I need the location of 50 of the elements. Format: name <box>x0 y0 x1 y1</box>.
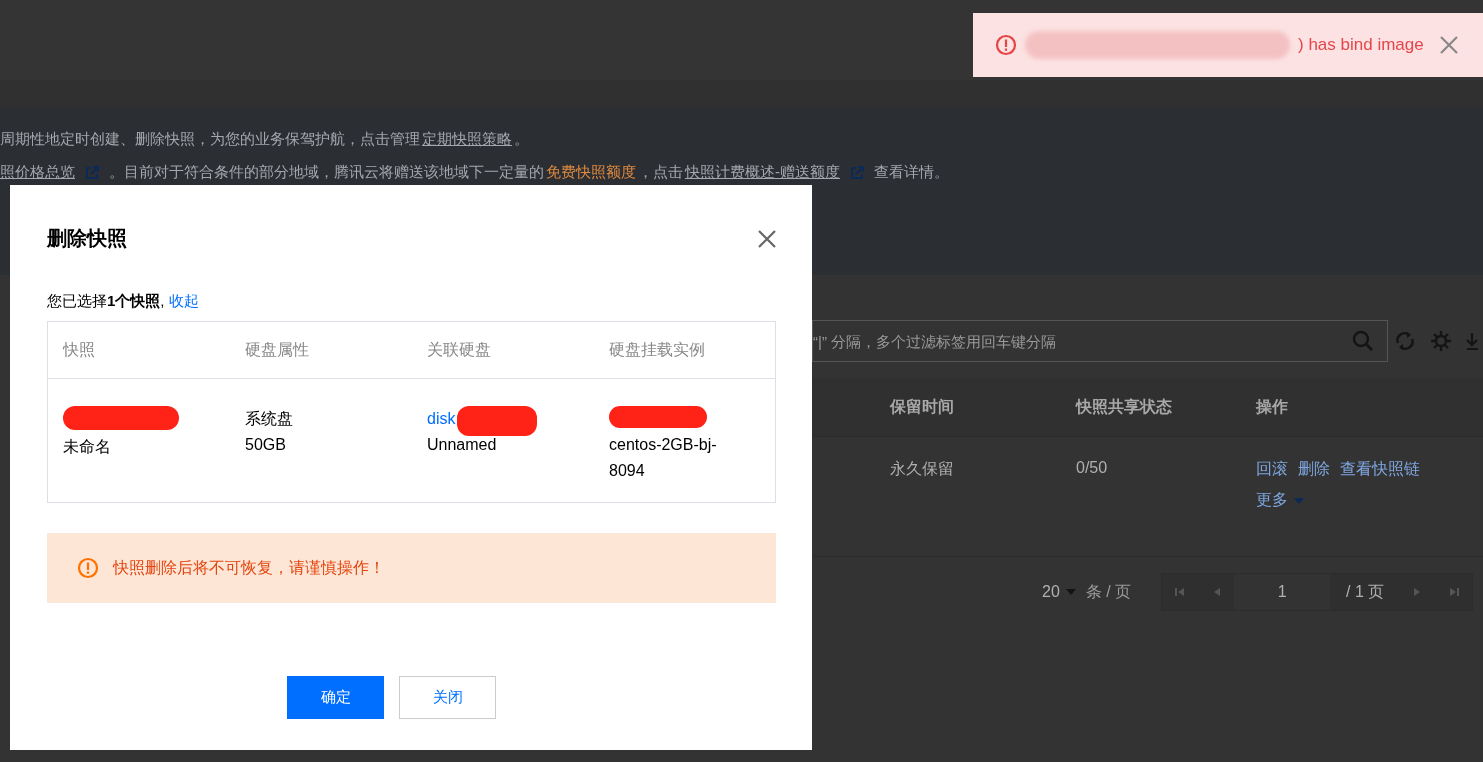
column-header: 硬盘挂载实例 <box>609 339 706 360</box>
column-header: 快照 <box>63 339 96 360</box>
table-cell-text: 0/50 <box>1076 459 1109 478</box>
column-header: 硬盘属性 <box>245 339 310 360</box>
close-icon[interactable] <box>1439 36 1458 54</box>
column-header: 关联硬盘 <box>427 339 492 360</box>
settings-icon[interactable] <box>1430 330 1452 352</box>
action-link[interactable]: 查看快照链 <box>1340 459 1420 480</box>
column-header: 快照共享状态 <box>1076 396 1173 417</box>
action-link[interactable]: 删除 <box>1298 459 1330 480</box>
notification-message: ) has bind image <box>1298 35 1424 55</box>
collapse-link[interactable]: 收起 <box>168 292 199 309</box>
dialog-title: 删除快照 <box>47 226 127 251</box>
notice-text: ，点击 <box>638 163 683 182</box>
notice-text: 查看详情。 <box>874 163 949 182</box>
refresh-icon[interactable] <box>1394 330 1416 352</box>
table-cell-text: 永久保留 <box>890 459 955 479</box>
table-cell-text: 50GB <box>245 435 286 455</box>
notice-text: 。 <box>514 130 529 149</box>
table-cell-text: centos-2GB-bj-8094 <box>609 435 718 481</box>
disk-link[interactable]: disk <box>427 410 456 427</box>
notice-link[interactable]: 定期快照策略 <box>422 130 512 149</box>
close-button[interactable]: 关闭 <box>399 676 496 719</box>
action-link[interactable]: 回滚 <box>1256 459 1288 480</box>
search-icon[interactable] <box>1352 330 1374 352</box>
column-header: 操作 <box>1256 396 1289 417</box>
external-link-icon[interactable] <box>850 165 864 180</box>
caret-icon[interactable] <box>1065 589 1076 595</box>
notice-link[interactable]: 照价格总览 <box>0 163 75 182</box>
notice-text: 。目前对于符合条件的部分地域，腾讯云将赠送该地域下一定量的 <box>109 163 544 182</box>
per-page-label: 条 / 页 <box>1085 581 1132 602</box>
caret-icon[interactable] <box>1294 497 1304 504</box>
notice-link[interactable]: 快照计费概述-赠送额度 <box>685 163 840 182</box>
external-link-icon[interactable] <box>85 165 99 180</box>
confirm-button[interactable]: 确定 <box>287 676 384 719</box>
search-field[interactable]: “|” 分隔，多个过滤标签用回车键分隔 <box>812 320 1388 362</box>
column-header: 保留时间 <box>890 396 955 417</box>
error-icon <box>995 34 1017 56</box>
more-link[interactable]: 更多 <box>1256 490 1288 511</box>
close-icon[interactable] <box>758 229 776 248</box>
selection-text: 您已选择1个快照, <box>47 292 166 309</box>
warning-icon <box>77 557 99 579</box>
page-size[interactable]: 20 <box>1042 583 1060 601</box>
table-cell-text: 系统盘 <box>245 409 293 429</box>
notice-highlight: 免费快照额度 <box>546 163 636 182</box>
table-cell-text: 未命名 <box>63 437 111 457</box>
notice-text: 周期性地定时创建、删除快照，为您的业务保驾护航，点击管理 <box>0 130 420 149</box>
table-cell-text: Unnamed <box>427 435 497 455</box>
download-icon[interactable] <box>1466 330 1478 352</box>
warning-text: 快照删除后将不可恢复，请谨慎操作！ <box>113 557 385 578</box>
